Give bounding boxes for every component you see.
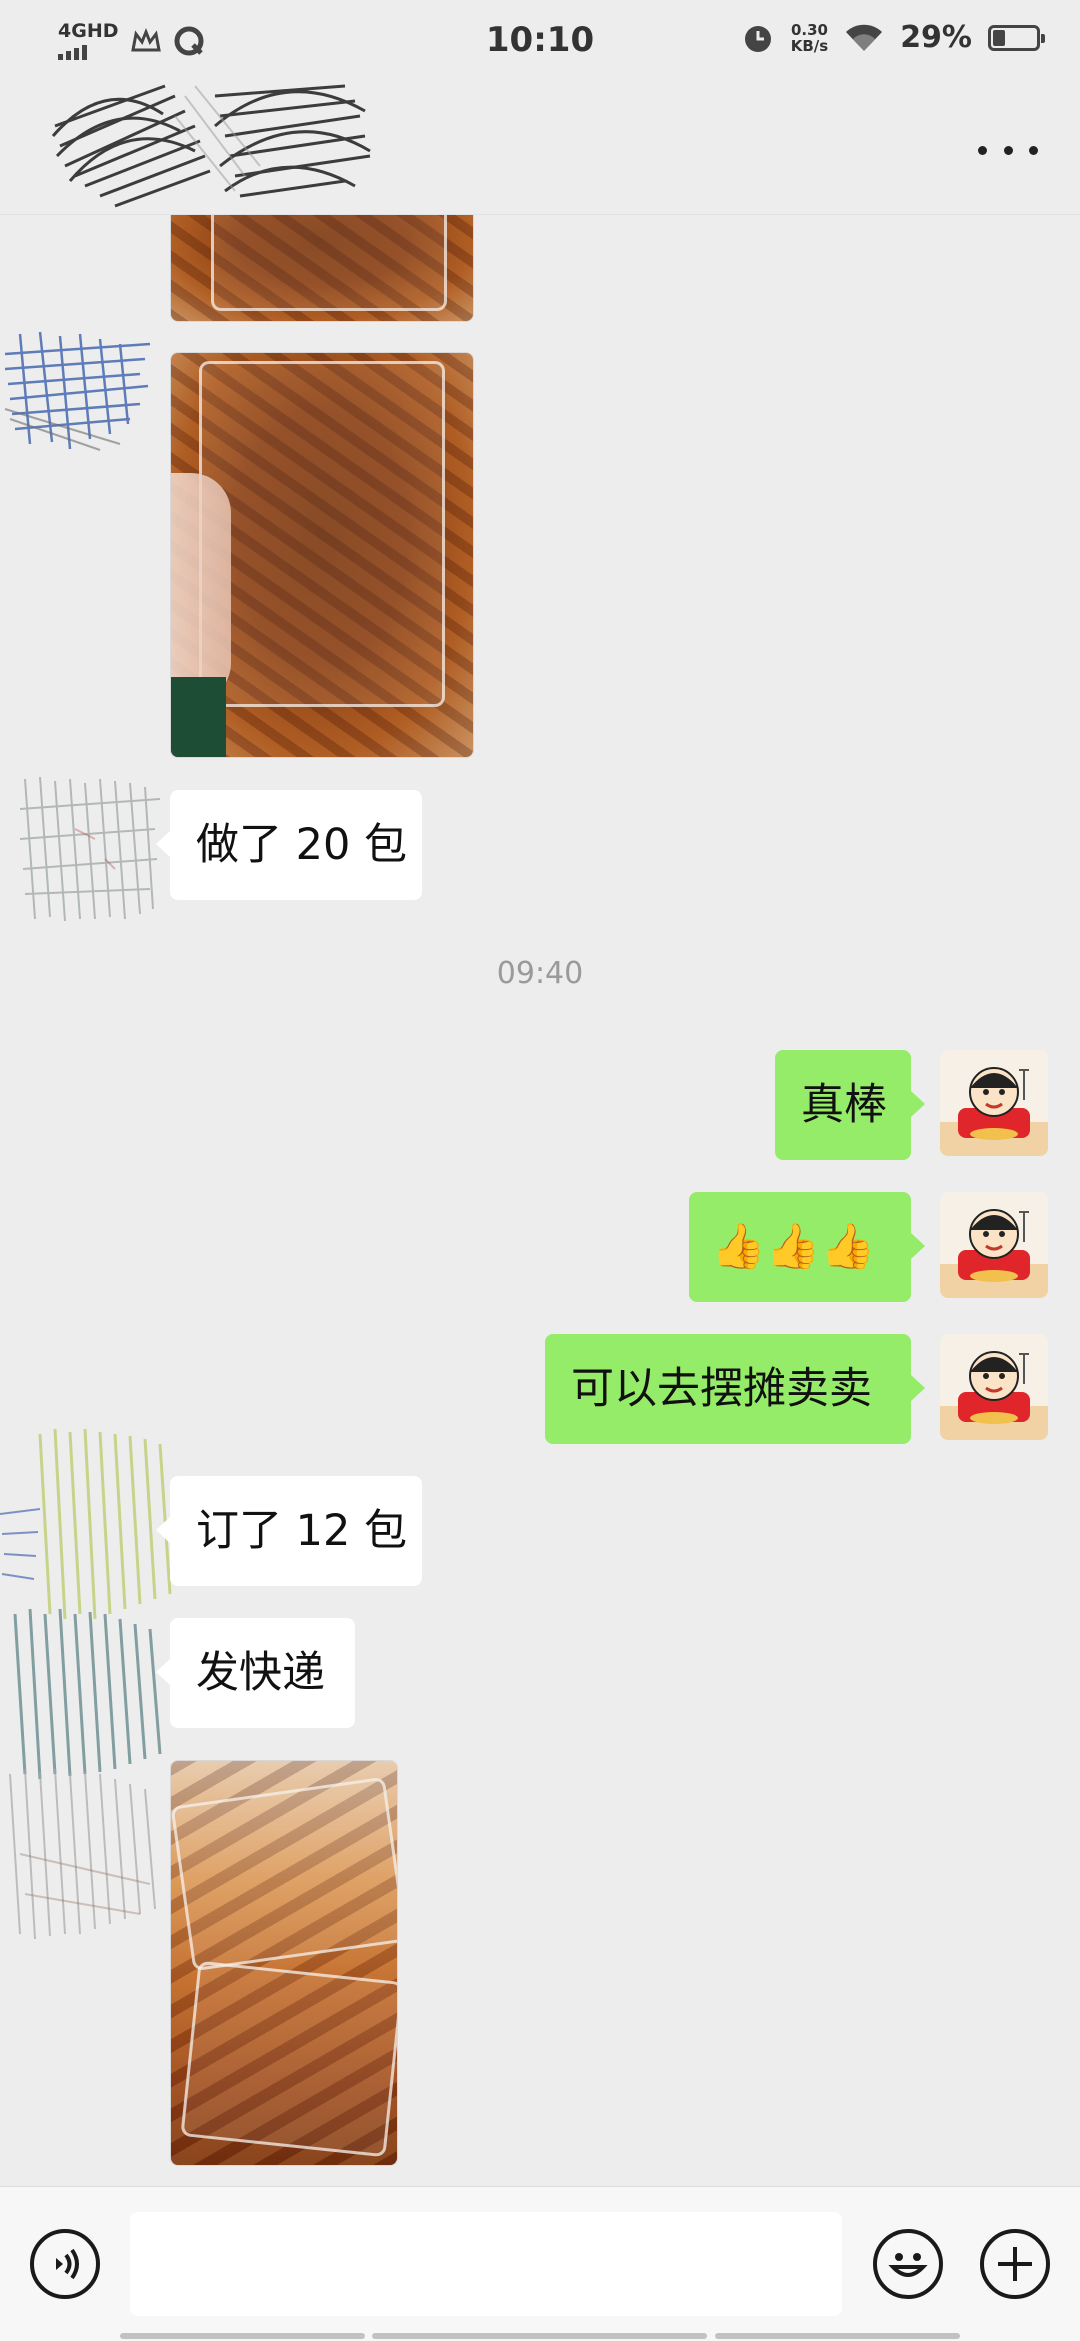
emoji-icon	[888, 2253, 928, 2277]
sent-message[interactable]: 👍👍👍	[689, 1192, 925, 1302]
cartoon-avatar-icon	[940, 1351, 1048, 1440]
image-message[interactable]	[170, 352, 474, 758]
my-avatar[interactable]	[940, 1050, 1048, 1156]
thumbs-up-emoji: 👍👍👍	[711, 1221, 876, 1272]
sent-message[interactable]: 可以去摆摊卖卖	[545, 1334, 925, 1444]
battery-percent: 29%	[900, 20, 972, 55]
image-message[interactable]	[170, 214, 474, 322]
cartoon-avatar-icon	[940, 1067, 1048, 1156]
received-message[interactable]: 订了 12 包	[156, 1476, 422, 1586]
received-message[interactable]: 发快递	[156, 1618, 355, 1728]
message-timestamp: 09:40	[496, 956, 584, 991]
received-message[interactable]: 做了 20 包	[156, 790, 422, 900]
redacted-avatar	[4, 331, 151, 451]
more-options-button[interactable]	[978, 136, 1038, 164]
emoji-button[interactable]	[873, 2229, 943, 2299]
battery-icon	[988, 24, 1045, 51]
chat-message-list[interactable]: 做了 20 包 09:40 真棒 👍👍👍 可以去摆摊卖卖 订了 12 包 发快递	[0, 214, 1080, 2184]
my-avatar[interactable]	[940, 1192, 1048, 1298]
my-avatar[interactable]	[940, 1334, 1048, 1440]
net-speed-value: 0.30	[790, 20, 828, 39]
redacted-contact-name	[51, 84, 371, 208]
sent-message[interactable]: 真棒	[775, 1050, 925, 1160]
alarm-icon	[744, 25, 771, 52]
message-input[interactable]	[130, 2212, 842, 2316]
status-icons-right: 0.30 KB/s 29%	[741, 20, 1045, 55]
wifi-icon	[846, 24, 883, 51]
image-message[interactable]	[170, 1760, 398, 2166]
chat-input-bar	[0, 2186, 1080, 2341]
battery-level-fill	[993, 29, 1006, 46]
chat-title-bar	[0, 84, 1080, 215]
plus-icon	[998, 2247, 1032, 2281]
net-speed-unit: KB/s	[790, 36, 829, 55]
cartoon-avatar-icon	[940, 1209, 1048, 1298]
network-speed: 0.30 KB/s	[791, 22, 828, 54]
redacted-avatar	[19, 776, 161, 922]
voice-icon	[56, 2248, 79, 2280]
more-actions-button[interactable]	[980, 2229, 1050, 2299]
more-horizontal-icon	[978, 145, 987, 155]
voice-button[interactable]	[30, 2229, 100, 2299]
